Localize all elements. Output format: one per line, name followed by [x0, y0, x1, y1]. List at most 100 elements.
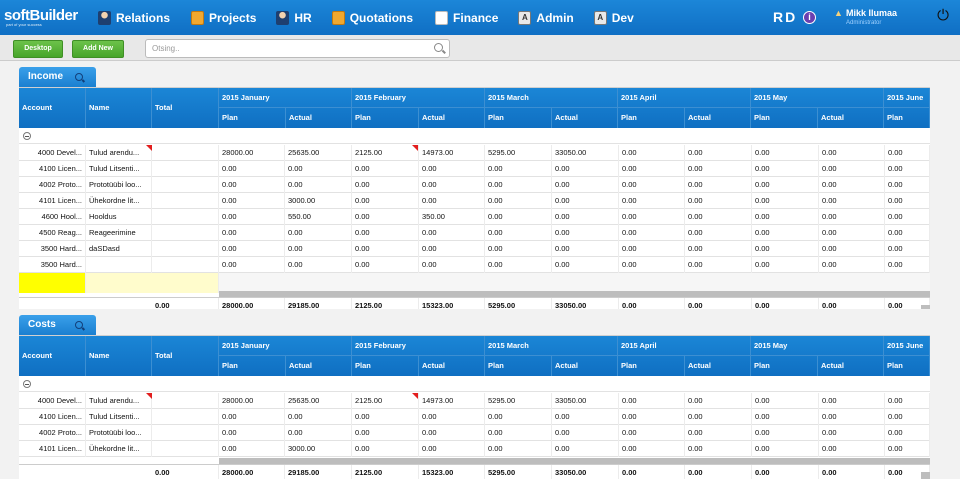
value-cell[interactable]: 0.00	[219, 177, 285, 193]
column-header-plan[interactable]: Plan	[352, 356, 419, 376]
value-cell[interactable]: 0.00	[885, 209, 930, 225]
value-cell[interactable]: 0.00	[352, 409, 419, 425]
table-row[interactable]: 4101 Licen... Ühekordne lit... 0.00 3000.00…	[19, 441, 930, 457]
value-cell[interactable]: 0.00	[552, 257, 619, 273]
value-cell[interactable]: 0.00	[219, 241, 285, 257]
value-cell[interactable]: 0.00	[619, 425, 685, 441]
name-cell[interactable]: Hooldus	[86, 209, 152, 225]
value-cell[interactable]: 0.00	[219, 409, 285, 425]
value-cell[interactable]: 0.00	[419, 409, 485, 425]
column-header-plan[interactable]: Plan	[219, 356, 286, 376]
new-account-cell[interactable]	[19, 273, 86, 293]
name-cell[interactable]: Ühekordne lit...	[86, 193, 152, 209]
total-cell[interactable]	[152, 257, 219, 273]
value-cell[interactable]: 14973.00	[419, 393, 485, 409]
value-cell[interactable]: 25635.00	[285, 145, 352, 161]
search-icon[interactable]	[434, 43, 443, 52]
value-cell[interactable]: 0.00	[419, 441, 485, 457]
value-cell[interactable]: 0.00	[885, 161, 930, 177]
column-header-actual[interactable]: Actual	[286, 356, 352, 376]
column-header-plan[interactable]: Plan	[751, 108, 818, 128]
column-header-month[interactable]: 2015 March	[485, 336, 618, 356]
column-header-month[interactable]: 2015 May	[751, 336, 884, 356]
column-header-total[interactable]: Total	[152, 88, 219, 128]
table-row[interactable]: 4100 Licen... Tulud Litsenti... 0.00 0.00 0.…	[19, 409, 930, 425]
value-cell[interactable]: 0.00	[685, 241, 752, 257]
value-cell[interactable]: 0.00	[752, 441, 819, 457]
total-cell[interactable]	[152, 241, 219, 257]
value-cell[interactable]: 0.00	[752, 145, 819, 161]
value-cell[interactable]: 0.00	[752, 193, 819, 209]
value-cell[interactable]: 0.00	[885, 225, 930, 241]
value-cell[interactable]: 0.00	[285, 161, 352, 177]
costs-tab[interactable]: Costs	[19, 315, 96, 335]
value-cell[interactable]: 0.00	[619, 393, 685, 409]
value-cell[interactable]: 0.00	[352, 161, 419, 177]
power-icon[interactable]: ⏻	[935, 8, 951, 24]
value-cell[interactable]: 0.00	[752, 209, 819, 225]
table-row[interactable]: 4000 Devel... Tulud arendu... 28000.00 2563…	[19, 393, 930, 409]
name-cell[interactable]: Prototüübi loo...	[86, 425, 152, 441]
value-cell[interactable]: 0.00	[819, 425, 885, 441]
column-header-name[interactable]: Name	[86, 336, 152, 376]
value-cell[interactable]: 0.00	[485, 409, 552, 425]
value-cell[interactable]: 0.00	[819, 145, 885, 161]
column-header-actual[interactable]: Actual	[818, 108, 884, 128]
total-cell[interactable]	[152, 409, 219, 425]
value-cell[interactable]: 0.00	[552, 441, 619, 457]
value-cell[interactable]: 0.00	[685, 441, 752, 457]
account-cell[interactable]: 4600 Hool...	[19, 209, 86, 225]
value-cell[interactable]: 33050.00	[552, 393, 619, 409]
scroll-corner-handle[interactable]	[921, 305, 930, 309]
nav-item-finance[interactable]: Finance	[435, 0, 498, 35]
value-cell[interactable]: 5295.00	[485, 393, 552, 409]
value-cell[interactable]: 0.00	[752, 177, 819, 193]
new-entry-row[interactable]	[19, 273, 930, 293]
value-cell[interactable]: 0.00	[819, 409, 885, 425]
value-cell[interactable]: 0.00	[619, 409, 685, 425]
value-cell[interactable]: 0.00	[685, 409, 752, 425]
column-header-month[interactable]: 2015 April	[618, 336, 751, 356]
column-header-plan[interactable]: Plan	[219, 108, 286, 128]
value-cell[interactable]: 5295.00	[485, 145, 552, 161]
column-header-actual[interactable]: Actual	[685, 108, 751, 128]
value-cell[interactable]: 0.00	[885, 241, 930, 257]
total-cell[interactable]	[152, 193, 219, 209]
value-cell[interactable]: 0.00	[752, 393, 819, 409]
value-cell[interactable]: 0.00	[285, 409, 352, 425]
value-cell[interactable]: 0.00	[219, 425, 285, 441]
column-header-month[interactable]: 2015 February	[352, 336, 485, 356]
value-cell[interactable]: 0.00	[285, 241, 352, 257]
total-cell[interactable]	[152, 425, 219, 441]
column-header-plan[interactable]: Plan	[352, 108, 419, 128]
column-header-actual[interactable]: Actual	[552, 356, 618, 376]
value-cell[interactable]: 0.00	[819, 161, 885, 177]
value-cell[interactable]: 0.00	[685, 225, 752, 241]
total-cell[interactable]	[152, 161, 219, 177]
info-icon[interactable]: i	[803, 11, 816, 24]
nav-item-dev[interactable]: A Dev	[593, 0, 634, 35]
value-cell[interactable]: 0.00	[352, 241, 419, 257]
value-cell[interactable]: 0.00	[619, 177, 685, 193]
value-cell[interactable]: 3000.00	[285, 193, 352, 209]
name-cell[interactable]: Reageerimine	[86, 225, 152, 241]
value-cell[interactable]: 0.00	[685, 393, 752, 409]
value-cell[interactable]: 0.00	[752, 225, 819, 241]
value-cell[interactable]: 0.00	[619, 257, 685, 273]
nav-item-relations[interactable]: Relations	[98, 0, 170, 35]
column-header-month[interactable]: 2015 June	[884, 88, 930, 108]
column-header-actual[interactable]: Actual	[286, 108, 352, 128]
collapse-icon[interactable]	[23, 132, 31, 140]
value-cell[interactable]: 0.00	[219, 193, 285, 209]
value-cell[interactable]: 0.00	[619, 225, 685, 241]
value-cell[interactable]: 0.00	[485, 177, 552, 193]
value-cell[interactable]: 0.00	[685, 177, 752, 193]
account-cell[interactable]: 4000 Devel...	[19, 393, 86, 409]
column-header-actual[interactable]: Actual	[818, 356, 884, 376]
account-cell[interactable]: 4002 Proto...	[19, 425, 86, 441]
column-header-month[interactable]: 2015 January	[219, 88, 352, 108]
value-cell[interactable]: 0.00	[285, 425, 352, 441]
value-cell[interactable]: 0.00	[352, 441, 419, 457]
value-cell[interactable]: 0.00	[485, 441, 552, 457]
scroll-corner-handle[interactable]	[921, 472, 930, 479]
